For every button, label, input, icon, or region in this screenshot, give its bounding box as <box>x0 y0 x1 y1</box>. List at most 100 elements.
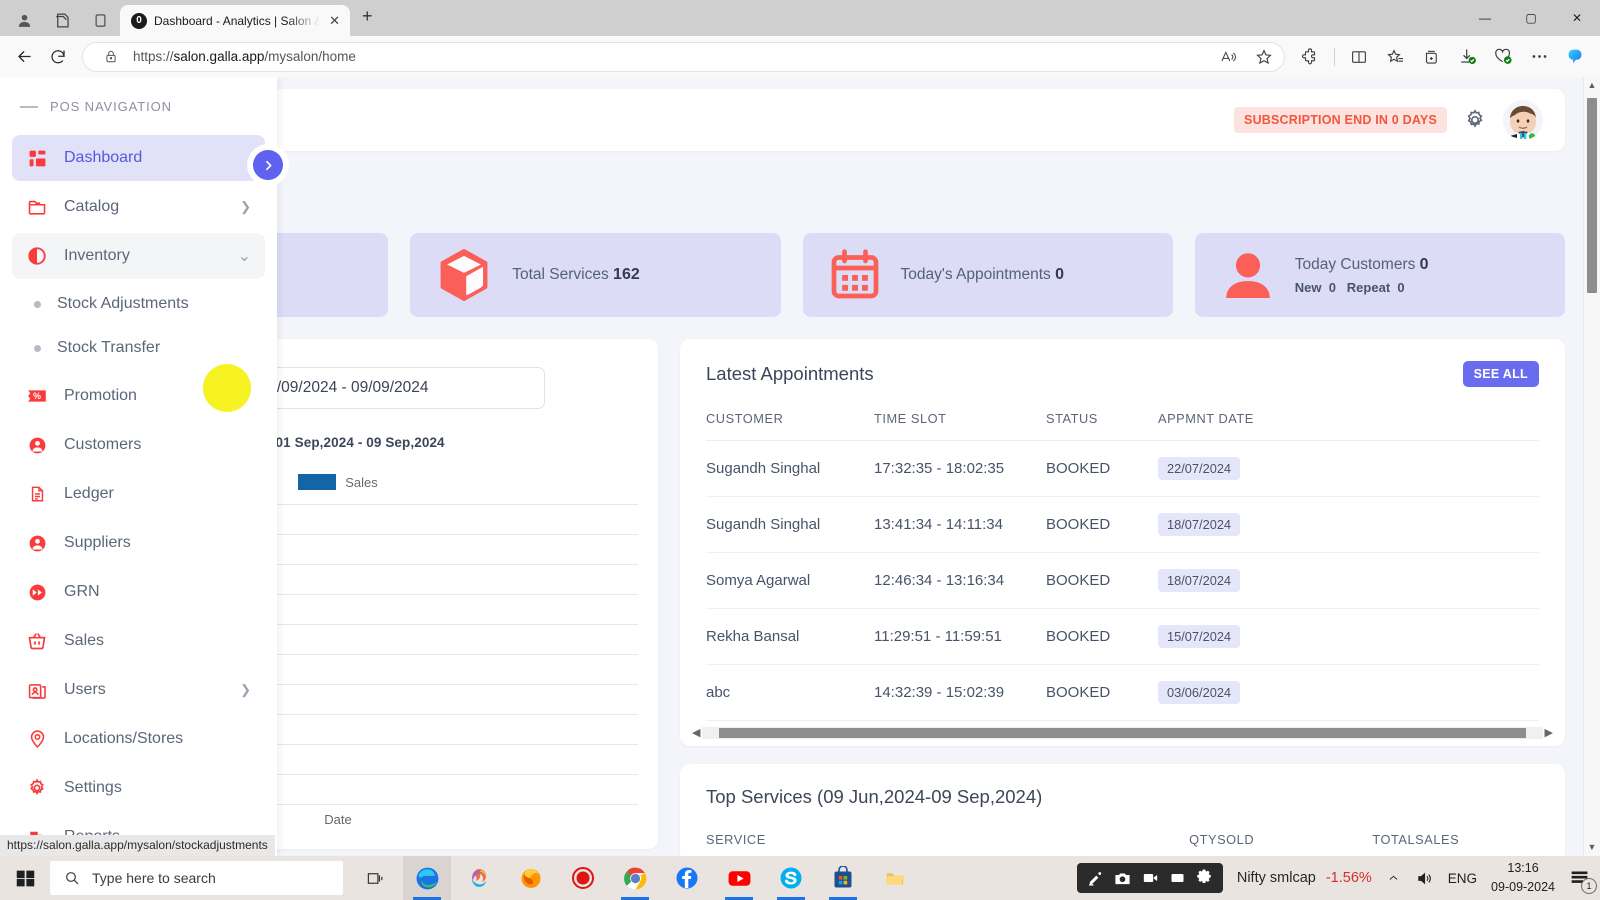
youtube-icon[interactable] <box>715 856 763 900</box>
favorites-list-icon[interactable] <box>1378 41 1412 73</box>
volume-icon[interactable] <box>1415 870 1434 887</box>
cell-appmnt-date: 18/07/2024 <box>1158 552 1539 609</box>
top-services-panel: Top Services (09 Jun,2024-09 Sep,2024) S… <box>680 764 1565 856</box>
scroll-down-arrow-icon[interactable]: ▼ <box>1588 839 1597 856</box>
language-indicator[interactable]: ENG <box>1448 871 1477 886</box>
fast-forward-circle-icon <box>26 583 48 602</box>
more-options-icon[interactable] <box>1522 41 1556 73</box>
sidebar-item-users[interactable]: Users ❯ <box>12 667 265 713</box>
stat-card-total-services[interactable]: Total Services 162 <box>410 233 781 317</box>
close-window-button[interactable]: ✕ <box>1554 0 1600 36</box>
sidebar-item-stock-adjustments[interactable]: Stock Adjustments <box>12 282 265 326</box>
scroll-left-arrow-icon[interactable]: ◀ <box>692 726 700 739</box>
new-tab-button[interactable]: + <box>352 6 383 31</box>
split-screen-icon[interactable] <box>1342 41 1376 73</box>
appointments-horizontal-scrollbar[interactable]: ◀ ▶ <box>680 721 1565 746</box>
profile-icon[interactable] <box>6 4 42 36</box>
right-column: Latest Appointments SEE ALL CUSTOMER TIM… <box>680 339 1565 856</box>
collections-icon[interactable] <box>1414 41 1448 73</box>
settings-gear-icon[interactable] <box>1463 108 1487 132</box>
chevron-down-icon: ⌄ <box>237 248 251 265</box>
browser-essentials-icon[interactable] <box>1486 41 1520 73</box>
cell-time-slot: 17:32:35 - 18:02:35 <box>874 440 1046 497</box>
downloads-icon[interactable] <box>1450 41 1484 73</box>
video-icon <box>1143 874 1158 882</box>
toolbar-divider <box>1334 47 1335 66</box>
latest-appointments-panel: Latest Appointments SEE ALL CUSTOMER TIM… <box>680 339 1565 746</box>
task-view-icon[interactable] <box>351 856 399 900</box>
table-row[interactable]: Sugandh Singhal 17:32:35 - 18:02:35 BOOKED… <box>706 440 1539 497</box>
tab-groups-icon[interactable] <box>44 4 80 36</box>
chevron-right-icon: ❯ <box>240 682 251 697</box>
store-icon[interactable] <box>819 856 867 900</box>
see-all-button[interactable]: SEE ALL <box>1462 361 1539 387</box>
sidebar-item-inventory[interactable]: Inventory ⌄ <box>12 233 265 279</box>
scroll-up-arrow-icon[interactable]: ▲ <box>1588 77 1597 94</box>
basket-icon <box>26 631 48 651</box>
sidebar-heading: POS NAVIGATION <box>50 99 172 114</box>
firefox-icon[interactable] <box>507 856 555 900</box>
minimize-button[interactable]: — <box>1462 0 1508 36</box>
screen-recorder-toolbar[interactable] <box>1076 863 1223 893</box>
camera-icon <box>1115 873 1130 884</box>
sidebar-item-grn[interactable]: GRN <box>12 569 265 615</box>
vertical-scroll-track[interactable] <box>1584 94 1600 839</box>
favorite-star-icon[interactable] <box>1250 44 1278 70</box>
grid-icon <box>26 149 48 168</box>
table-row[interactable]: Sugandh Singhal 13:41:34 - 14:11:34 BOOKED… <box>706 496 1539 553</box>
sidebar-item-ledger[interactable]: Ledger <box>12 471 265 517</box>
tray-expand-icon[interactable] <box>1386 873 1401 883</box>
table-row[interactable]: abc 14:32:39 - 15:02:39 BOOKED 03/06/2024 <box>706 664 1539 721</box>
vertical-tabs-icon[interactable] <box>82 4 118 36</box>
stat-subtext: New 0 Repeat 0 <box>1294 279 1405 295</box>
table-row[interactable]: Rekha Bansal 11:29:51 - 11:59:51 BOOKED 15/… <box>706 608 1539 665</box>
stat-card-today-customers[interactable]: Today Customers 0 New 0 Repeat 0 <box>1194 233 1565 317</box>
facebook-icon[interactable] <box>663 856 711 900</box>
scroll-track[interactable] <box>702 726 1543 739</box>
address-bar[interactable]: https://salon.galla.app/mysalon/home <box>82 41 1285 72</box>
cell-status: BOOKED <box>1046 608 1158 665</box>
page-vertical-scrollbar[interactable]: ▲ ▼ <box>1583 77 1600 856</box>
sidebar-item-sales[interactable]: Sales <box>12 618 265 664</box>
maximize-button[interactable]: ▢ <box>1508 0 1554 36</box>
recorder-icon[interactable] <box>559 856 607 900</box>
date-range-input[interactable]: 01/09/2024 - 09/09/2024 <box>242 367 545 409</box>
notification-center-icon[interactable]: 1 <box>1569 868 1597 894</box>
sidebar-item-catalog[interactable]: Catalog ❯ <box>12 184 265 230</box>
sidebar-toggle-button[interactable] <box>253 150 283 180</box>
table-row[interactable]: Somya Agarwal 12:46:34 - 13:16:34 BOOKED 18… <box>706 552 1539 609</box>
sidebar-item-label: GRN <box>64 583 100 600</box>
edge-icon[interactable] <box>403 856 451 900</box>
skype-icon[interactable] <box>767 856 815 900</box>
back-button[interactable] <box>8 41 40 73</box>
vertical-scroll-thumb[interactable] <box>1587 98 1597 293</box>
scroll-right-arrow-icon[interactable]: ▶ <box>1545 726 1553 739</box>
sidebar-item-suppliers[interactable]: Suppliers <box>12 520 265 566</box>
panel-header: Latest Appointments SEE ALL <box>680 339 1565 397</box>
browser-toolbar-icons <box>1293 41 1592 73</box>
browser-tab[interactable]: 0 Dashboard - Analytics | Salon & S ✕ <box>120 5 350 36</box>
system-tray: Nifty smlcap -1.56% ENG 13:16 09-09-2024… <box>1076 859 1600 897</box>
cell-appmnt-date: 22/07/2024 <box>1158 440 1539 497</box>
taskbar-search-box[interactable]: Type here to search <box>50 861 343 895</box>
start-button[interactable] <box>0 856 50 900</box>
tab-close-icon[interactable]: ✕ <box>327 13 342 29</box>
sidebar-item-locations-stores[interactable]: Locations/Stores <box>12 716 265 762</box>
sidebar-item-dashboard[interactable]: Dashboard <box>12 135 265 181</box>
scroll-thumb[interactable] <box>719 727 1526 738</box>
sidebar-item-settings[interactable]: Settings <box>12 765 265 811</box>
copilot-icon[interactable] <box>455 856 503 900</box>
stat-card-todays-appointments[interactable]: Today's Appointments 0 <box>802 233 1173 317</box>
folder-icon[interactable] <box>871 856 919 900</box>
copilot-icon[interactable] <box>1558 41 1592 73</box>
chrome-icon[interactable] <box>611 856 659 900</box>
extensions-icon[interactable] <box>1293 41 1327 73</box>
cell-customer: Sugandh Singhal <box>706 440 874 497</box>
box-icon <box>434 245 494 305</box>
taskbar-clock[interactable]: 13:16 09-09-2024 <box>1491 859 1555 897</box>
reload-button[interactable] <box>42 41 74 73</box>
sidebar-item-customers[interactable]: Customers <box>12 422 265 468</box>
user-avatar[interactable] <box>1503 100 1543 140</box>
stock-ticker[interactable]: Nifty smlcap -1.56% <box>1237 870 1372 886</box>
read-aloud-icon[interactable] <box>1214 44 1242 70</box>
